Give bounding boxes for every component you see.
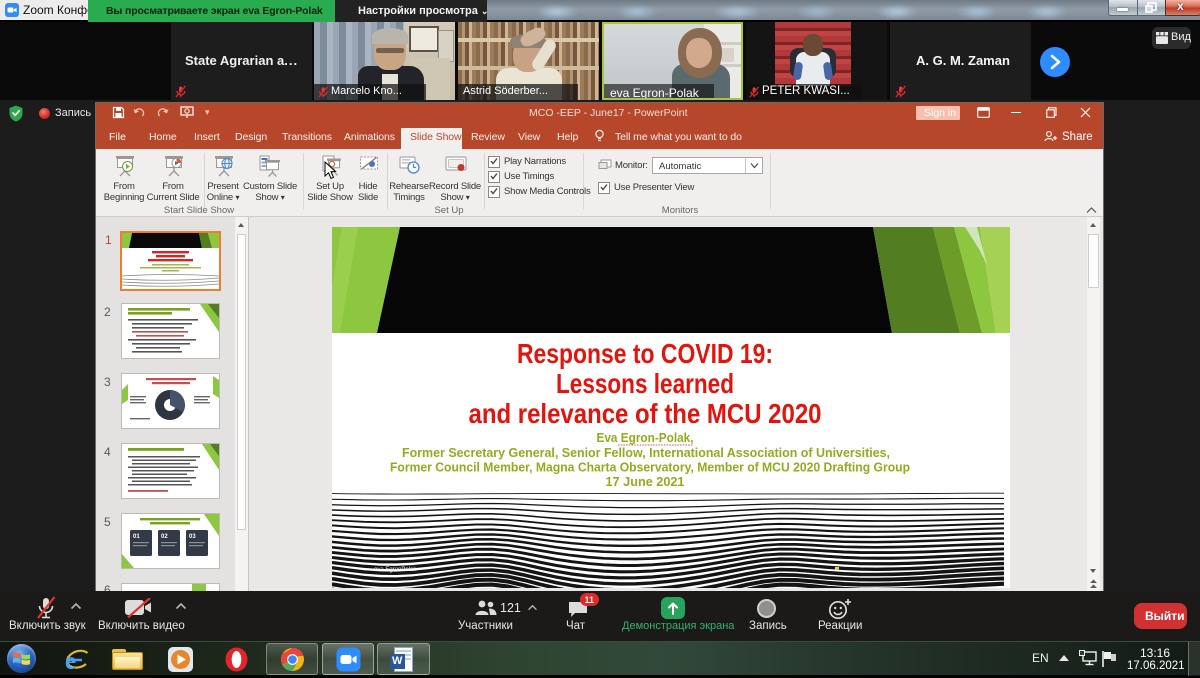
- svg-text:17 June 2021: 17 June 2021: [606, 474, 685, 489]
- svg-text:eva EgronPolak: eva EgronPolak: [374, 567, 417, 573]
- svg-text:01: 01: [133, 534, 140, 540]
- svg-text:Former Council Member, Magna C: Former Council Member, Magna Charta Obse…: [390, 460, 910, 475]
- svg-text:and relevance of the MCU 2020: and relevance of the MCU 2020: [469, 398, 822, 429]
- svg-text:Response to COVID 19:: Response to COVID 19:: [517, 338, 773, 369]
- svg-text:02: 02: [161, 534, 168, 540]
- svg-text:Former Secretary General, Seni: Former Secretary General, Senior Fellow,…: [402, 445, 890, 460]
- svg-text:Lessons learned: Lessons learned: [556, 368, 734, 399]
- svg-text:Eva Egron-Polak,: Eva Egron-Polak,: [597, 430, 694, 445]
- svg-text:03: 03: [189, 534, 196, 540]
